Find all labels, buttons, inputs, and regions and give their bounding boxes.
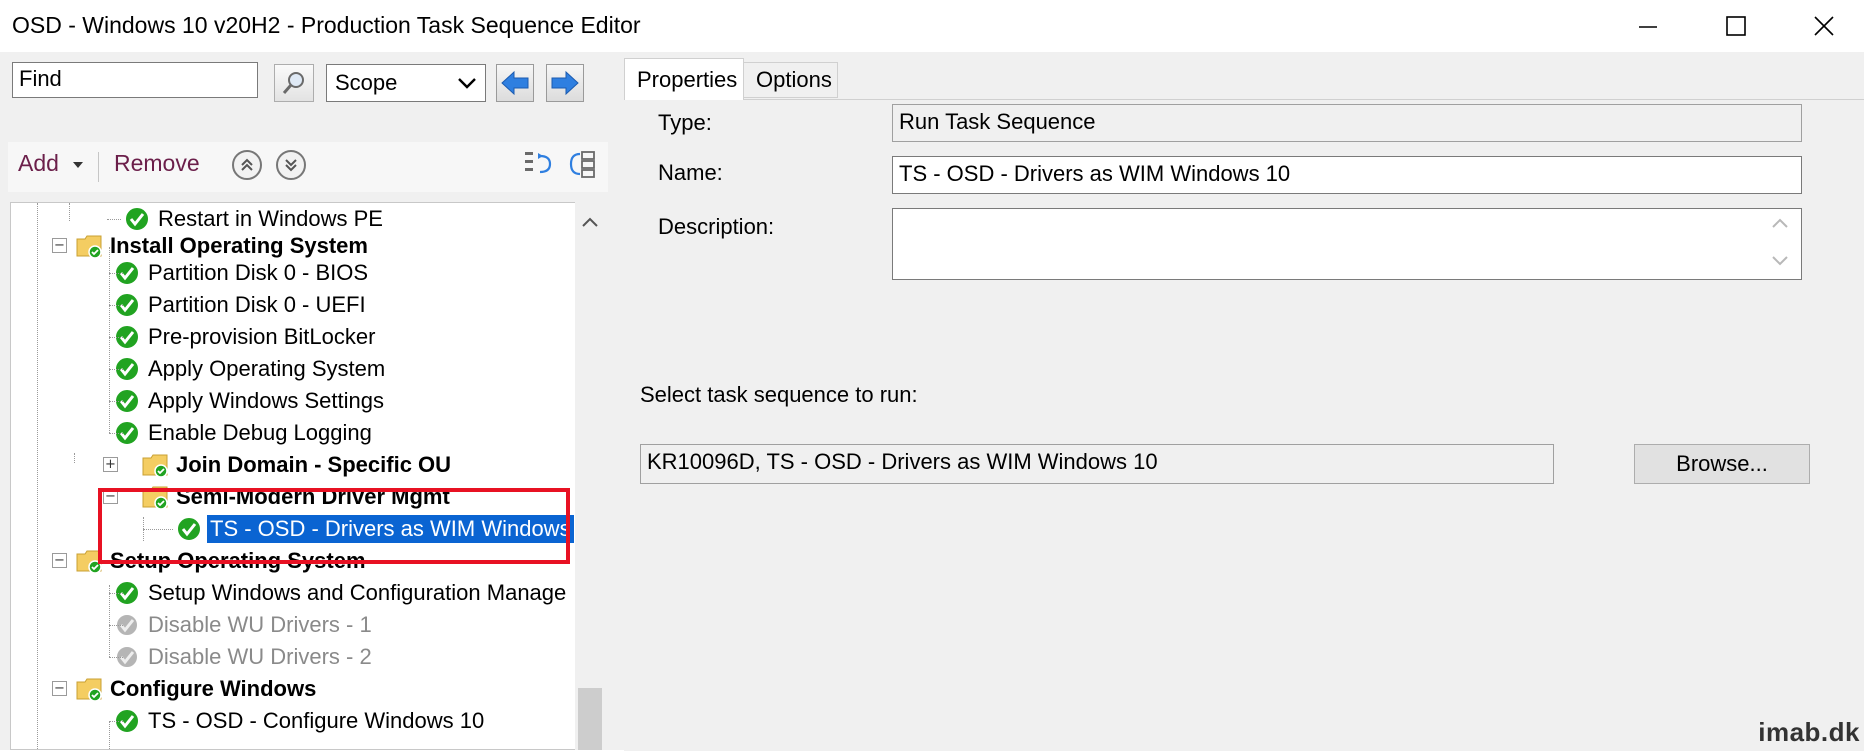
caret-down-icon — [73, 161, 84, 168]
select-ts-label: Select task sequence to run: — [640, 382, 918, 407]
maximize-button[interactable] — [1692, 0, 1780, 52]
highlight-box — [98, 488, 570, 564]
double-chevron-up-icon — [241, 158, 253, 171]
scope-dropdown[interactable]: Scope — [326, 64, 486, 102]
add-label: Add — [18, 150, 59, 176]
search-icon — [282, 72, 304, 94]
double-chevron-down-icon — [285, 159, 297, 172]
tree-item[interactable]: Setup Windows and Configuration Manage — [91, 577, 569, 609]
collapse-toggle-icon[interactable]: − — [52, 238, 67, 253]
tree-connector — [69, 203, 70, 221]
tree-item[interactable]: Pre-provision BitLocker — [91, 321, 378, 353]
name-field[interactable]: TS - OSD - Drivers as WIM Windows 10 — [892, 156, 1802, 194]
tree-item[interactable]: Partition Disk 0 - BIOS — [91, 257, 371, 289]
folder-icon — [76, 678, 102, 702]
window-title: OSD - Windows 10 v20H2 - Production Task… — [12, 12, 641, 38]
scrollbar-thumb[interactable] — [578, 688, 602, 750]
previous-button[interactable] — [496, 64, 534, 102]
type-label: Type: — [658, 110, 712, 135]
task-sequence-tree[interactable]: Restart in Windows PE − Install Operatin… — [10, 202, 576, 750]
scope-value: Scope — [335, 70, 398, 95]
selected-ts-field: KR10096D, TS - OSD - Drivers as WIM Wind… — [640, 444, 1554, 484]
tree-item-disabled[interactable]: Disable WU Drivers - 2 — [91, 641, 375, 673]
expand-all-button[interactable] — [522, 148, 554, 186]
tree-item[interactable]: TS - OSD - Configure Windows 10 — [91, 705, 487, 737]
move-up-button[interactable] — [232, 150, 262, 180]
toolbar-separator — [98, 152, 99, 182]
find-button[interactable] — [274, 64, 314, 102]
browse-button[interactable]: Browse... — [1634, 444, 1810, 484]
tab-properties[interactable]: Properties — [624, 58, 744, 100]
tree-item[interactable]: Apply Windows Settings — [91, 385, 387, 417]
check-icon — [124, 206, 150, 232]
tree-group[interactable]: + Join Domain - Specific OU — [91, 449, 454, 481]
chevron-down-icon — [1772, 256, 1788, 266]
expand-toggle-icon[interactable]: + — [103, 457, 118, 472]
tree-item[interactable]: Apply Operating System — [91, 353, 388, 385]
description-label: Description: — [658, 214, 775, 239]
maximize-icon — [1726, 16, 1746, 36]
tree-connector — [74, 453, 75, 463]
close-button[interactable] — [1780, 0, 1864, 52]
find-input[interactable]: Find — [12, 62, 258, 98]
collapse-all-icon — [569, 151, 595, 178]
collapse-all-button[interactable] — [568, 148, 600, 186]
chevron-down-icon — [458, 78, 476, 89]
watermark: imab.dk — [1758, 717, 1860, 747]
tree-item[interactable]: Partition Disk 0 - UEFI — [91, 289, 369, 321]
minimize-button[interactable] — [1604, 0, 1692, 52]
description-scroll-up[interactable] — [1768, 212, 1792, 242]
properties-panel — [624, 99, 1864, 751]
minimize-icon — [1639, 26, 1657, 28]
remove-button[interactable]: Remove — [114, 150, 200, 177]
tree-scrollbar[interactable] — [575, 202, 605, 750]
collapse-toggle-icon[interactable]: − — [52, 553, 67, 568]
arrow-left-icon — [501, 70, 529, 96]
collapse-toggle-icon[interactable]: − — [52, 681, 67, 696]
scroll-up-icon — [582, 217, 598, 227]
expand-all-icon — [525, 152, 552, 174]
tree-item-disabled[interactable]: Disable WU Drivers - 1 — [91, 609, 375, 641]
tab-options[interactable]: Options — [744, 62, 838, 98]
folder-icon — [76, 235, 102, 259]
type-field: Run Task Sequence — [892, 104, 1802, 142]
arrow-right-icon — [551, 70, 579, 96]
next-button[interactable] — [546, 64, 584, 102]
tree-item[interactable]: Enable Debug Logging — [91, 417, 375, 449]
chevron-up-icon — [1772, 218, 1788, 228]
name-label: Name: — [658, 160, 723, 185]
description-field[interactable] — [892, 208, 1802, 280]
add-button[interactable]: Add — [18, 150, 85, 177]
tree-group[interactable]: − Configure Windows — [52, 673, 319, 705]
tree-connector — [37, 203, 38, 749]
move-down-button[interactable] — [276, 150, 306, 180]
close-icon — [1814, 16, 1834, 36]
description-scroll-down[interactable] — [1768, 248, 1792, 278]
folder-icon — [142, 454, 168, 478]
